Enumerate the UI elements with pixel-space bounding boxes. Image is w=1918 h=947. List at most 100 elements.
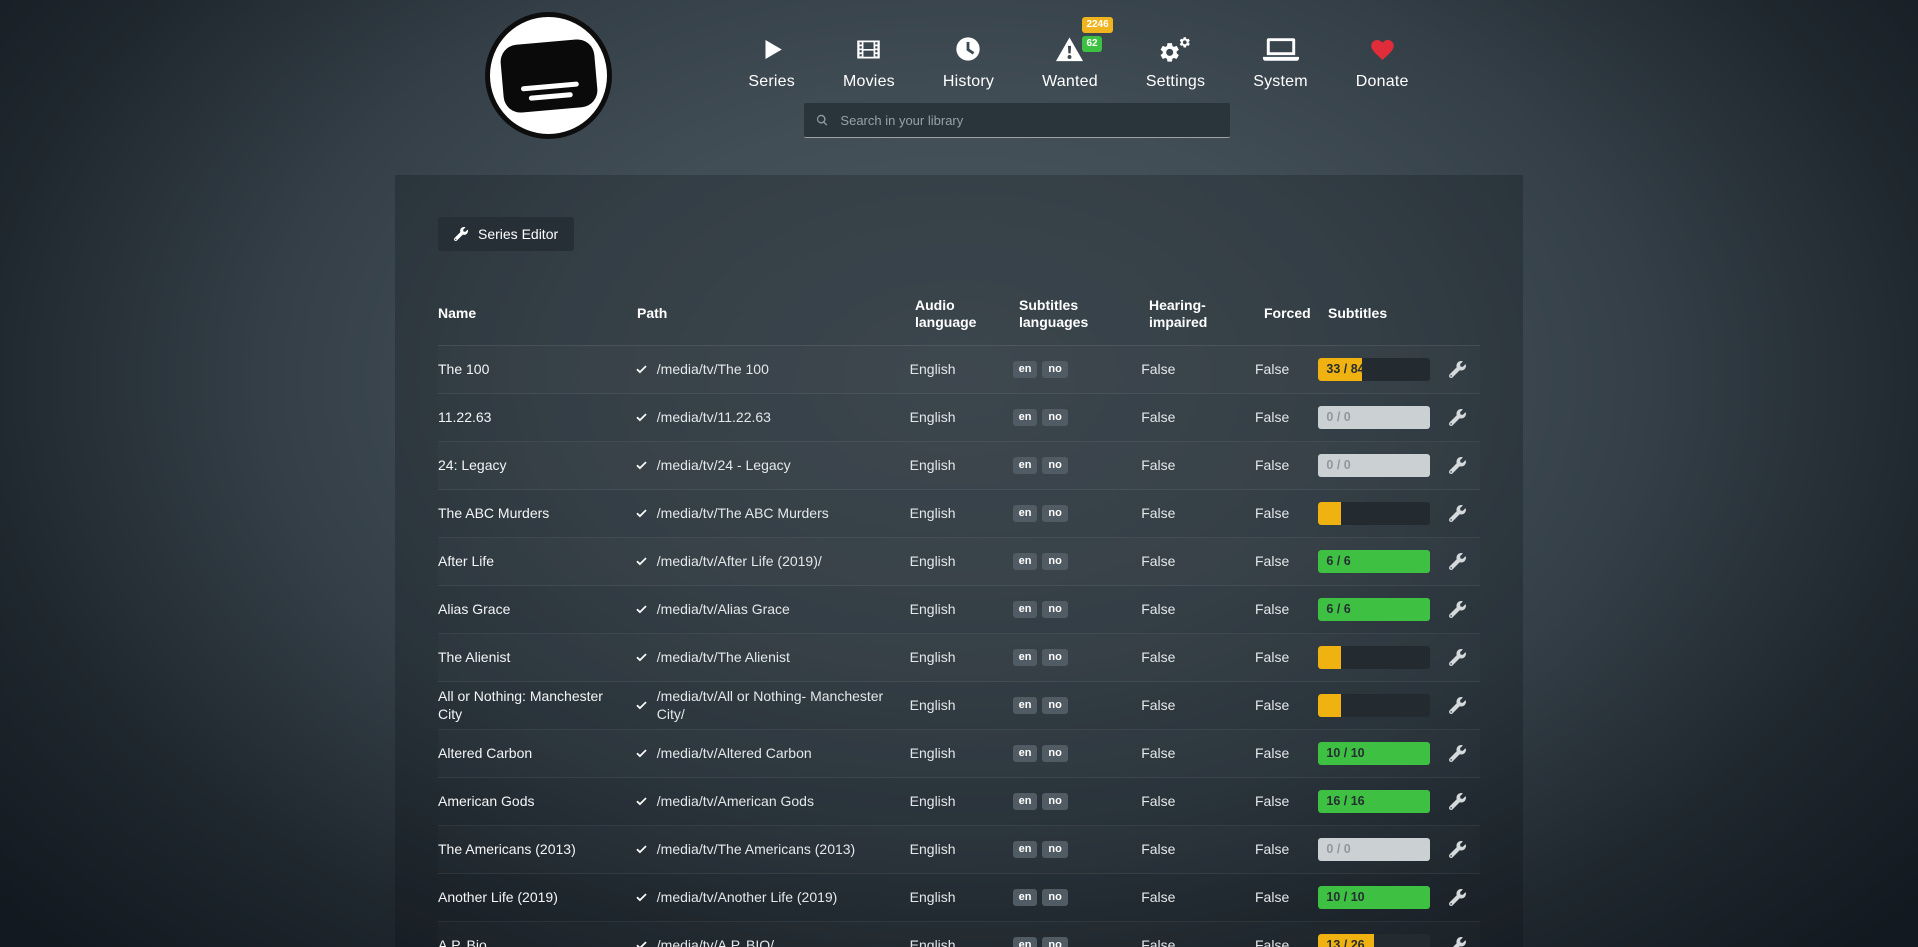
language-badge: no [1042, 793, 1067, 810]
table-row: 24: Legacy /media/tv/24 - Legacy English… [438, 442, 1480, 490]
subtitles-progress-bar [1318, 694, 1430, 717]
wrench-icon[interactable] [1449, 745, 1466, 762]
wrench-icon[interactable] [1449, 937, 1466, 947]
wrench-icon[interactable] [1449, 457, 1466, 474]
wrench-icon[interactable] [1449, 793, 1466, 810]
forced-value: False [1255, 696, 1318, 714]
hearing-impaired-value: False [1141, 888, 1255, 906]
series-path-text: /media/tv/American Gods [657, 792, 814, 810]
series-name[interactable]: The ABC Murders [438, 505, 549, 521]
check-icon [635, 747, 648, 760]
forced-value: False [1255, 552, 1318, 570]
table-row: Another Life (2019) /media/tv/Another Li… [438, 874, 1480, 922]
nav-item-series[interactable]: Series [724, 28, 819, 91]
audio-language: English [910, 456, 1013, 474]
check-icon [635, 507, 648, 520]
wrench-icon[interactable] [1449, 601, 1466, 618]
language-badge: no [1042, 505, 1067, 522]
check-icon [635, 459, 648, 472]
wrench-icon[interactable] [1449, 889, 1466, 906]
language-badge: no [1042, 841, 1067, 858]
wrench-icon[interactable] [1449, 649, 1466, 666]
nav-item-label: Settings [1146, 73, 1205, 91]
check-icon [635, 843, 648, 856]
wrench-icon[interactable] [1449, 841, 1466, 858]
progress-label: 0 / 0 [1326, 838, 1350, 861]
forced-value: False [1255, 744, 1318, 762]
series-name[interactable]: Altered Carbon [438, 745, 532, 761]
series-editor-button[interactable]: Series Editor [438, 217, 574, 251]
subtitles-languages: enno [1013, 457, 1142, 474]
series-name[interactable]: Alias Grace [438, 601, 510, 617]
check-icon [635, 363, 648, 376]
subtitles-languages: enno [1013, 745, 1142, 762]
audio-language: English [910, 360, 1013, 378]
bazarr-logo[interactable] [485, 12, 612, 139]
series-name[interactable]: All or Nothing: Manchester City [438, 688, 603, 722]
audio-language: English [910, 552, 1013, 570]
hearing-impaired-value: False [1141, 552, 1255, 570]
wrench-icon[interactable] [1449, 505, 1466, 522]
table-row: After Life /media/tv/After Life (2019)/ … [438, 538, 1480, 586]
check-icon [635, 795, 648, 808]
series-name[interactable]: The Alienist [438, 649, 510, 665]
series-list-panel: Series Editor NamePathAudio languageSubt… [395, 175, 1523, 947]
nav-item-history[interactable]: History [919, 28, 1018, 91]
hearing-impaired-value: False [1141, 936, 1255, 947]
nav-item-movies[interactable]: Movies [819, 28, 919, 91]
language-badge: en [1013, 601, 1038, 618]
series-name[interactable]: American Gods [438, 793, 534, 809]
audio-language: English [910, 648, 1013, 666]
series-name[interactable]: A.P. Bio [438, 937, 487, 947]
language-badge: no [1042, 889, 1067, 906]
audio-language: English [910, 504, 1013, 522]
series-name[interactable]: After Life [438, 553, 494, 569]
series-path: /media/tv/American Gods [635, 792, 910, 810]
nav-item-settings[interactable]: Settings [1122, 28, 1229, 91]
check-icon [635, 603, 648, 616]
subtitles-progress-bar: 6 / 6 [1318, 598, 1430, 621]
check-icon [635, 411, 648, 424]
forced-value: False [1255, 888, 1318, 906]
audio-language: English [910, 696, 1013, 714]
progress-fill [1318, 646, 1340, 669]
nav-item-label: System [1253, 73, 1308, 91]
series-path: /media/tv/Altered Carbon [635, 744, 910, 762]
language-badge: no [1042, 457, 1067, 474]
series-name[interactable]: Another Life (2019) [438, 889, 558, 905]
series-name[interactable]: The 100 [438, 361, 489, 377]
nav-item-label: Series [748, 73, 795, 91]
wrench-icon[interactable] [1449, 553, 1466, 570]
subtitles-languages: enno [1013, 361, 1142, 378]
series-path-text: /media/tv/Altered Carbon [657, 744, 812, 762]
language-badge: no [1042, 697, 1067, 714]
forced-value: False [1255, 840, 1318, 858]
check-icon [635, 939, 648, 947]
hearing-impaired-value: False [1141, 696, 1255, 714]
subtitles-languages: enno [1013, 889, 1142, 906]
search-input[interactable] [838, 112, 1219, 129]
column-header-forced: Forced [1264, 305, 1328, 322]
hearing-impaired-value: False [1141, 408, 1255, 426]
search-icon [815, 113, 829, 127]
series-path: /media/tv/Alias Grace [635, 600, 910, 618]
wrench-icon[interactable] [1449, 361, 1466, 378]
nav-item-donate[interactable]: Donate [1332, 28, 1433, 91]
series-name[interactable]: 24: Legacy [438, 457, 507, 473]
nav-item-system[interactable]: System [1229, 28, 1332, 91]
forced-value: False [1255, 360, 1318, 378]
nav-item-label: History [943, 73, 994, 91]
nav-item-label: Movies [843, 73, 895, 91]
language-badge: no [1042, 553, 1067, 570]
series-name[interactable]: The Americans (2013) [438, 841, 576, 857]
subtitles-progress-bar: 33 / 84 [1318, 358, 1430, 381]
wrench-icon[interactable] [1449, 409, 1466, 426]
series-name[interactable]: 11.22.63 [438, 409, 491, 425]
subtitles-progress-bar: 0 / 0 [1318, 838, 1430, 861]
wrench-icon[interactable] [1449, 697, 1466, 714]
hearing-impaired-value: False [1141, 504, 1255, 522]
library-search[interactable] [804, 103, 1230, 138]
audio-language: English [910, 600, 1013, 618]
series-path: /media/tv/All or Nothing- Manchester Cit… [635, 687, 910, 723]
nav-item-wanted[interactable]: 224662 Wanted [1018, 28, 1122, 91]
